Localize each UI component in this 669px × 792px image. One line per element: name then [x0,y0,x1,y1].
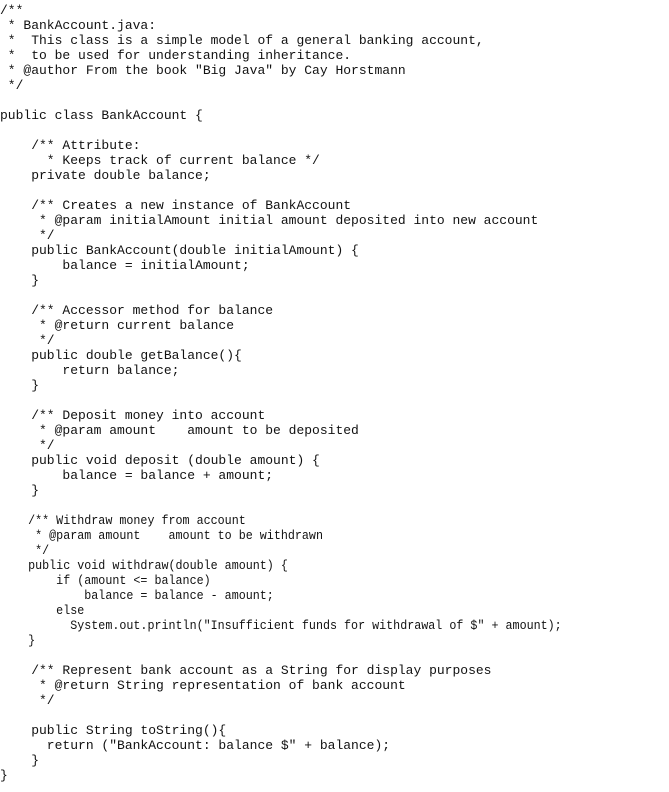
code-line: public BankAccount(double initialAmount)… [0,243,359,258]
code-line: */ [0,228,55,243]
code-line: System.out.println("Insufficient funds f… [0,618,562,633]
code-line: balance = balance + amount; [0,468,274,483]
code-line: * @param amount amount to be withdrawn [0,528,323,543]
code-line: balance = initialAmount; [0,258,250,273]
code-line: /** Withdraw money from account [0,513,246,528]
code-line: /** Deposit money into account [0,408,266,423]
code-line: * @param amount amount to be deposited [0,423,359,438]
code-line: * This class is a simple model of a gene… [0,33,484,48]
code-line: */ [0,333,55,348]
code-line: */ [0,78,24,93]
code-line: * BankAccount.java: [0,18,157,33]
code-line: * to be used for understanding inheritan… [0,48,352,63]
code-line: */ [0,438,55,453]
code-line: /** Accessor method for balance [0,303,274,318]
code-line: /** Attribute: [0,138,141,153]
code-line: } [0,768,8,783]
code-line: if (amount <= balance) [0,573,211,588]
code-line: */ [0,543,50,558]
code-listing: /** * BankAccount.java: * This class is … [0,0,669,792]
code-line: public void deposit (double amount) { [0,453,320,468]
code-line: * @return current balance [0,318,235,333]
code-line: return balance; [0,363,180,378]
code-line: * @return String representation of bank … [0,678,406,693]
code-line: } [0,483,40,498]
code-line: else [0,603,85,618]
code-line: /** Represent bank account as a String f… [0,663,492,678]
code-line: } [0,633,36,648]
code-line: /** Creates a new instance of BankAccoun… [0,198,352,213]
code-line: balance = balance - amount; [0,588,274,603]
code-line: * Keeps track of current balance */ [0,153,320,168]
code-line: } [0,273,40,288]
code-line: private double balance; [0,168,211,183]
code-line: } [0,753,40,768]
code-line: * @param initialAmount initial amount de… [0,213,539,228]
code-line: } [0,378,40,393]
code-line: /** [0,3,24,18]
code-line: return ("BankAccount: balance $" + balan… [0,738,391,753]
code-line: public void withdraw(double amount) { [0,558,288,573]
code-line: public class BankAccount { [0,108,203,123]
code-line: * @author From the book "Big Java" by Ca… [0,63,406,78]
code-line: */ [0,693,55,708]
code-line: public String toString(){ [0,723,227,738]
code-line: public double getBalance(){ [0,348,242,363]
